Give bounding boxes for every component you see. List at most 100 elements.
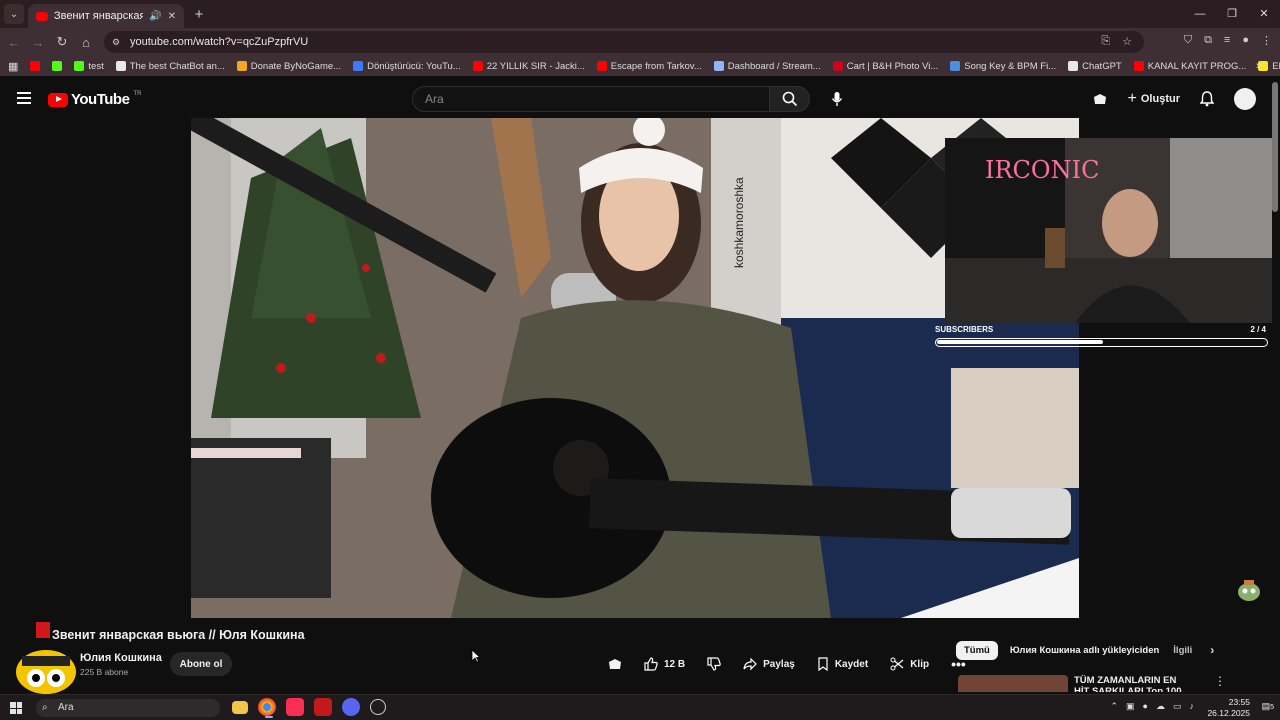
bookmark-label: Elgato HD60 Pro - A... <box>1272 60 1280 72</box>
bookmark-label: The best ChatBot an... <box>129 60 225 72</box>
bookmark-label: 22 YILLIK SIR - Jacki... <box>486 60 585 72</box>
extension-puzzle-icon[interactable] <box>1092 92 1108 106</box>
bookmark-item[interactable]: The best ChatBot an... <box>115 60 225 72</box>
bookmark-favicon-icon <box>472 61 483 71</box>
tray-volume-icon[interactable]: ♪ <box>1190 701 1195 712</box>
clip-button[interactable]: Klip <box>882 652 937 676</box>
home-icon[interactable]: ⌂ <box>74 35 98 50</box>
chevron-right-icon[interactable]: › <box>1210 643 1214 657</box>
logo-text: YouTube <box>71 91 130 108</box>
bookmark-item[interactable]: 22 YILLIK SIR - Jacki... <box>472 60 585 72</box>
channel-avatar[interactable] <box>12 622 80 698</box>
chip-from-uploader[interactable]: Юлия Кошкина adlı yükleyiciden <box>1008 641 1161 660</box>
account-avatar[interactable] <box>1234 88 1256 110</box>
menu-icon[interactable] <box>17 92 31 104</box>
search-input[interactable]: Ara <box>412 86 770 112</box>
notifications-bell-icon[interactable] <box>1200 91 1214 107</box>
site-info-icon[interactable]: ⚙ <box>112 37 126 48</box>
voice-search-button[interactable] <box>824 86 850 112</box>
window-controls: — ❐ ✕ <box>1184 0 1280 28</box>
bookmark-item[interactable]: Donate ByNoGame... <box>236 61 341 72</box>
forward-icon[interactable]: → <box>26 35 50 50</box>
close-window-icon[interactable]: ✕ <box>1248 0 1280 28</box>
bookmark-star-icon[interactable]: ☆ <box>1122 35 1132 48</box>
taskbar-clock[interactable]: 23:55 26.12.2025 <box>1204 697 1250 719</box>
tab-search-button[interactable]: ⌄ <box>4 4 24 24</box>
minimize-icon[interactable]: — <box>1184 0 1216 28</box>
file-explorer-icon[interactable] <box>232 701 248 714</box>
bookmark-item[interactable]: Song Key & BPM Fi... <box>950 61 1056 72</box>
video-title: Звенит январская вьюга // Юля Кошкина <box>52 628 305 642</box>
browser-menu-icon[interactable]: ⋮ <box>1261 34 1272 47</box>
bookmark-item[interactable]: Cart | B&H Photo Vi... <box>832 60 939 72</box>
apps-grid-icon[interactable]: ▦ <box>8 60 18 73</box>
bookmark-item[interactable]: Dönüştürücü: YouTu... <box>353 61 461 72</box>
bookmark-item[interactable] <box>52 61 63 72</box>
recommended-more-icon[interactable]: ⋮ <box>1214 674 1226 688</box>
chip-related[interactable]: İlgili <box>1171 641 1194 660</box>
tray-network-icon[interactable]: ▭ <box>1173 701 1182 712</box>
shield-icon[interactable]: ⛉ <box>1184 34 1192 47</box>
chrome-icon[interactable] <box>258 698 276 718</box>
bookmark-item[interactable]: test <box>74 61 104 72</box>
bookmark-item[interactable]: ChatGPT <box>1068 61 1122 72</box>
new-tab-button[interactable]: + <box>188 6 210 23</box>
share-button[interactable]: Paylaş <box>735 652 803 676</box>
search-button[interactable] <box>770 86 810 112</box>
bookmark-favicon-icon <box>1068 61 1079 71</box>
channel-name[interactable]: Юлия Кошкина <box>80 652 162 664</box>
tray-device-icon[interactable]: ▣ <box>1126 701 1135 712</box>
recommended-thumbnail[interactable] <box>958 675 1068 692</box>
tray-overflow-icon[interactable]: ⌃ <box>1110 701 1118 712</box>
back-icon[interactable]: ← <box>2 35 26 50</box>
recommended-video-item[interactable]: TÜM ZAMANLARIN EN HİT ŞARKILARI Top 100 … <box>958 672 1228 692</box>
subscriber-goal-bar <box>935 338 1268 347</box>
bookmark-label: Cart | B&H Photo Vi... <box>846 60 939 72</box>
like-button[interactable]: 12 B <box>636 652 693 676</box>
extension-action-button[interactable] <box>600 652 630 676</box>
bookmarks-overflow-icon[interactable]: » <box>1256 60 1262 72</box>
clock-time: 23:55 <box>1228 697 1250 707</box>
page-scrollbar[interactable] <box>1272 82 1278 212</box>
music-app-icon[interactable] <box>286 698 304 716</box>
bookmark-label: Escape from Tarkov... <box>610 60 702 72</box>
mascot-icon[interactable] <box>1236 578 1262 602</box>
bookmark-favicon-icon <box>596 61 607 71</box>
search-icon <box>782 91 797 107</box>
notification-center-icon[interactable]: ▤5 <box>1262 701 1274 712</box>
bookmark-item[interactable]: KANAL KAYIT PROG... <box>1133 61 1246 72</box>
reload-icon[interactable]: ↻ <box>50 34 74 50</box>
thumbs-up-icon <box>644 657 658 671</box>
recommended-title[interactable]: TÜM ZAMANLARIN EN HİT ŞARKILARI Top 100 <box>1074 675 1194 692</box>
speaker-icon[interactable]: 🔊 <box>149 11 161 22</box>
save-button[interactable]: Kaydet <box>809 652 876 676</box>
taskbar-search[interactable]: ⌕ Ara <box>36 699 220 717</box>
create-button[interactable]: + Oluştur <box>1128 90 1180 108</box>
bookmark-item[interactable] <box>30 61 41 72</box>
tray-cloud-icon[interactable]: ☁ <box>1156 701 1165 712</box>
discord-icon[interactable] <box>342 698 360 716</box>
subscribe-button[interactable]: Abone ol <box>170 652 232 676</box>
youtube-logo[interactable]: YouTube TR <box>48 91 141 108</box>
bookmark-item[interactable]: Escape from Tarkov... <box>596 60 702 72</box>
chip-all[interactable]: Tümü <box>956 640 998 660</box>
tray-mic-icon[interactable]: ● <box>1143 701 1148 712</box>
bookmark-favicon-icon <box>74 61 85 71</box>
close-tab-icon[interactable]: ✕ <box>168 11 176 22</box>
url-field[interactable]: ⚙ youtube.com/watch?v=qcZuPzpfrVU ⎘ ☆ <box>104 31 1144 53</box>
taskbar-search-label: Ara <box>58 702 74 713</box>
install-app-icon[interactable]: ⎘ <box>1101 35 1110 48</box>
settings-app-icon[interactable] <box>370 699 386 715</box>
voice-app-icon[interactable] <box>314 698 332 716</box>
mouse-cursor-icon <box>471 649 481 663</box>
windows-start-icon[interactable] <box>10 702 22 714</box>
bookmark-label: Dönüştürücü: YouTu... <box>367 60 461 72</box>
dislike-button[interactable] <box>699 652 729 676</box>
extensions-icon[interactable]: ⧉ <box>1204 34 1212 47</box>
restore-icon[interactable]: ❐ <box>1216 0 1248 28</box>
profile-icon[interactable]: ● <box>1242 34 1249 47</box>
bookmark-item[interactable]: Dashboard / Stream... <box>713 61 821 72</box>
media-control-icon[interactable]: ≡ <box>1224 34 1230 47</box>
address-bar-row: ← → ↻ ⌂ ⚙ youtube.com/watch?v=qcZuPzpfrV… <box>0 28 1280 56</box>
browser-tab-active[interactable]: Звенит январская вьюга // 🔊 ✕ <box>28 4 184 28</box>
